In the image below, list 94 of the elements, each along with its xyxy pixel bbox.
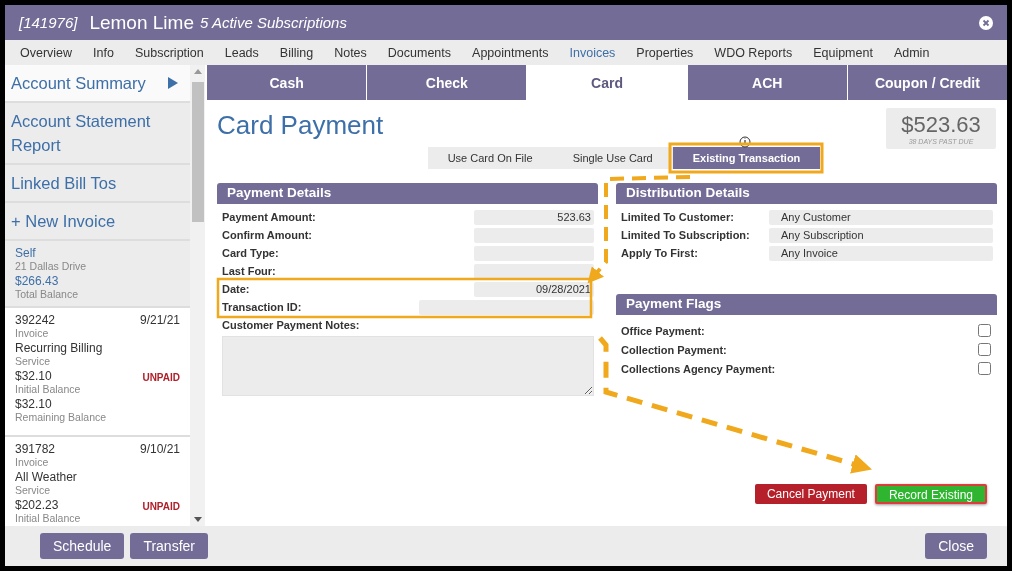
nav-tab[interactable]: WDO Reports <box>709 45 801 60</box>
nav-tab[interactable]: Notes <box>329 45 375 60</box>
nav-tab[interactable]: Overview <box>15 45 81 60</box>
window-title: Lemon Lime <box>89 11 194 34</box>
sidebar-link-label: Linked Bill Tos <box>11 173 117 194</box>
checkbox[interactable] <box>978 362 991 375</box>
account-card[interactable]: Self 21 Dallas Drive $266.43 Total Balance <box>5 241 190 308</box>
payment-tab[interactable]: Cash <box>207 65 367 100</box>
payment-tab[interactable]: ACH <box>687 65 847 100</box>
sidebar-link-label: Account Summary <box>11 73 146 94</box>
nav-tab[interactable]: Leads <box>219 45 267 60</box>
sidebar-link[interactable]: Linked Bill Tos <box>5 165 190 203</box>
amount-label: Initial Balance <box>15 383 82 395</box>
status-label: UNPAID <box>142 501 180 512</box>
field-label: Payment Amount: <box>222 211 316 223</box>
select-field[interactable]: Any Customer <box>769 209 993 225</box>
input-field[interactable]: 523.63 <box>474 209 594 225</box>
nav-tab[interactable]: Appointments <box>467 45 557 60</box>
payment-mode-tab[interactable]: Single Use Card <box>552 147 673 169</box>
account-name: Self <box>15 247 37 260</box>
payment-tab[interactable]: Coupon / Credit <box>847 65 1007 100</box>
sidebar-link-label: + New Invoice <box>11 211 116 232</box>
select-field[interactable]: Any Subscription <box>769 227 993 243</box>
field-label: Customer Payment Notes: <box>222 319 360 331</box>
invoice-name: Recurring Billing <box>15 342 104 355</box>
invoice-amount: $32.10 <box>15 370 52 383</box>
invoice-category: Service <box>15 484 51 496</box>
nav-tab[interactable]: Admin <box>888 45 938 60</box>
section-header: Payment Details <box>217 183 598 204</box>
nav-tab[interactable]: Equipment <box>808 45 881 60</box>
sidebar-link-label: Account Statement Report <box>11 111 152 156</box>
section-header: Distribution Details <box>616 183 997 204</box>
footer-button[interactable]: Close <box>925 533 987 559</box>
balance-label: Total Balance <box>15 288 80 300</box>
page-title: Card Payment <box>217 110 384 141</box>
field-label: Apply To First: <box>621 247 698 259</box>
scrollbar[interactable] <box>190 65 205 526</box>
invoice-date: 9/21/21 <box>139 314 180 327</box>
amount-label: Remaining Balance <box>15 411 108 423</box>
input-field[interactable] <box>474 263 594 279</box>
invoice-date: 9/10/21 <box>139 443 180 456</box>
field-label: Office Payment: <box>621 324 705 337</box>
nav-tab[interactable]: Documents <box>382 45 460 60</box>
checkbox[interactable] <box>978 324 991 337</box>
invoice-number: 391782 <box>15 443 56 456</box>
checkbox[interactable] <box>978 343 991 356</box>
field-label: Date: <box>222 283 250 295</box>
invoice-name: All Weather <box>15 471 78 484</box>
input-field[interactable]: 09/28/2021 <box>474 281 594 297</box>
balance-amount: $266.43 <box>15 275 60 288</box>
field-label: Limited To Subscription: <box>621 229 750 241</box>
subscription-count: 5 Active Subscriptions <box>199 14 347 31</box>
field-label: Limited To Customer: <box>621 211 734 223</box>
account-id: [141976] <box>19 14 78 31</box>
section-header: Payment Flags <box>616 294 997 315</box>
invoice-amount: $32.10 <box>15 398 52 411</box>
invoice-number: 392242 <box>15 314 56 327</box>
footer-button[interactable]: Transfer <box>130 533 208 559</box>
field-label: Card Type: <box>222 247 279 259</box>
footer-button[interactable]: Schedule <box>40 533 125 559</box>
nav-tab[interactable]: Billing <box>274 45 322 60</box>
sidebar-link[interactable]: Account Summary <box>5 65 190 103</box>
balance-due: $523.63 <box>901 112 981 138</box>
info-icon <box>739 136 751 148</box>
payment-mode-tab[interactable]: Use Card On File <box>427 147 553 169</box>
status-label: UNPAID <box>142 372 180 383</box>
sidebar-link[interactable]: Account Statement Report <box>5 103 190 165</box>
invoice-category: Service <box>15 355 51 367</box>
payment-mode-tab[interactable]: Existing Transaction <box>672 147 821 169</box>
notes-field[interactable] <box>222 336 594 396</box>
nav-tab[interactable]: Info <box>88 45 122 60</box>
triangle-icon <box>168 77 178 89</box>
field-label: Confirm Amount: <box>222 229 313 241</box>
field-label: Last Four: <box>222 265 276 277</box>
payment-tab[interactable]: Check <box>367 65 527 100</box>
invoice-type: Invoice <box>15 327 50 339</box>
amount-label: Initial Balance <box>15 512 82 524</box>
nav-tab[interactable]: Invoices <box>564 45 624 60</box>
action-button[interactable]: Cancel Payment <box>754 484 867 504</box>
nav-tab[interactable]: Subscription <box>129 45 212 60</box>
invoice-amount: $202.23 <box>15 499 59 512</box>
scroll-down-icon[interactable] <box>193 517 202 522</box>
account-address: 21 Dallas Drive <box>15 260 88 272</box>
field-label: Collection Payment: <box>621 343 727 356</box>
field-label: Collections Agency Payment: <box>621 362 776 375</box>
close-icon[interactable] <box>979 15 993 30</box>
select-field[interactable]: Any Invoice <box>769 245 993 261</box>
scrollbar-thumb[interactable] <box>191 82 204 222</box>
sidebar-link[interactable]: + New Invoice <box>5 203 190 241</box>
input-field[interactable] <box>419 299 594 315</box>
nav-tab[interactable]: Properties <box>631 45 702 60</box>
invoice-type: Invoice <box>15 456 50 468</box>
field-label: Transaction ID: <box>222 301 302 313</box>
scroll-up-icon[interactable] <box>193 69 202 74</box>
